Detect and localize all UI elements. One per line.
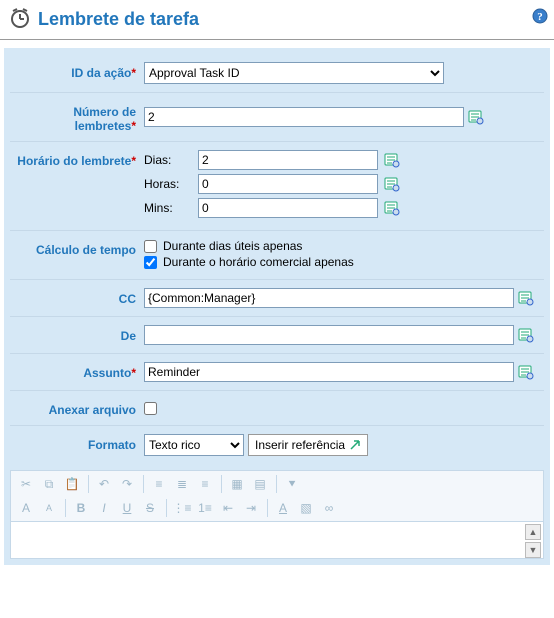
scrollbar[interactable]: ▲ ▼ [525,524,541,558]
reminder-time-label: Horário do lembrete [17,154,131,168]
indent-icon[interactable]: ⇥ [240,498,262,518]
business-hours-label: Durante o horário comercial apenas [163,255,354,269]
subject-input[interactable] [144,362,514,382]
attach-label: Anexar arquivo [49,403,136,417]
help-icon[interactable]: ? [532,8,548,24]
lookup-icon[interactable] [518,364,534,380]
rich-text-toolbar: ✂ ⧉ 📋 ↶ ↷ ≡ ≣ ≡ ▦ ▤ ⯆ A A B I U S ⋮≡ [10,470,544,521]
underline-icon[interactable]: U [116,498,138,518]
align-right-icon[interactable]: ≡ [194,474,216,494]
num-reminders-input[interactable] [144,107,464,127]
number-list-icon[interactable]: 1≡ [194,498,216,518]
lookup-icon[interactable] [518,327,534,343]
business-days-label: Durante dias úteis apenas [163,239,302,253]
highlight-icon[interactable]: A [272,498,294,518]
cc-input[interactable] [144,288,514,308]
rich-text-body[interactable]: ▲ ▼ [10,521,544,559]
bold-icon[interactable]: B [70,498,92,518]
num-reminders-label: Número de lembretes [73,105,136,133]
cut-icon[interactable]: ✂ [15,474,37,494]
scroll-down-icon[interactable]: ▼ [525,542,541,558]
clock-icon [8,6,32,33]
table-icon[interactable]: ▦ [226,474,248,494]
bullet-list-icon[interactable]: ⋮≡ [171,498,193,518]
days-input[interactable] [198,150,378,170]
italic-icon[interactable]: I [93,498,115,518]
lookup-icon[interactable] [468,109,484,125]
redo-icon[interactable]: ↷ [116,474,138,494]
outdent-icon[interactable]: ⇤ [217,498,239,518]
insert-reference-button[interactable]: Inserir referência [248,434,368,456]
divider [0,39,554,40]
from-input[interactable] [144,325,514,345]
days-label: Dias: [144,153,192,167]
strike-icon[interactable]: S [139,498,161,518]
page-title: Lembrete de tarefa [38,9,199,30]
lookup-icon[interactable] [518,290,534,306]
insert-reference-label: Inserir referência [255,438,345,452]
link-icon[interactable]: ∞ [318,498,340,518]
lookup-icon[interactable] [384,152,400,168]
align-left-icon[interactable]: ≡ [148,474,170,494]
attach-checkbox[interactable] [144,402,157,415]
business-hours-checkbox[interactable] [144,256,157,269]
lookup-icon[interactable] [384,200,400,216]
hours-label: Horas: [144,177,192,191]
action-id-select[interactable]: Approval Task ID [144,62,444,84]
cc-label: CC [119,292,136,306]
undo-icon[interactable]: ↶ [93,474,115,494]
subject-label: Assunto [83,366,131,380]
mins-label: Mins: [144,201,192,215]
business-days-checkbox[interactable] [144,240,157,253]
scroll-up-icon[interactable]: ▲ [525,524,541,540]
hours-input[interactable] [198,174,378,194]
table-row-icon[interactable]: ▤ [249,474,271,494]
image-icon[interactable]: ▧ [295,498,317,518]
from-label: De [121,329,136,343]
font-size-icon[interactable]: A [38,498,60,518]
copy-icon[interactable]: ⧉ [38,474,60,494]
format-label: Formato [88,438,136,452]
insert-reference-icon [349,439,361,451]
mins-input[interactable] [198,198,378,218]
align-center-icon[interactable]: ≣ [171,474,193,494]
format-select[interactable]: Texto rico [144,434,244,456]
font-family-icon[interactable]: A [15,498,37,518]
time-calc-label: Cálculo de tempo [36,243,136,257]
text-color-icon[interactable]: ⯆ [281,474,303,494]
lookup-icon[interactable] [384,176,400,192]
action-id-label: ID da ação [71,66,131,80]
svg-text:?: ? [537,11,543,23]
paste-icon[interactable]: 📋 [61,474,83,494]
